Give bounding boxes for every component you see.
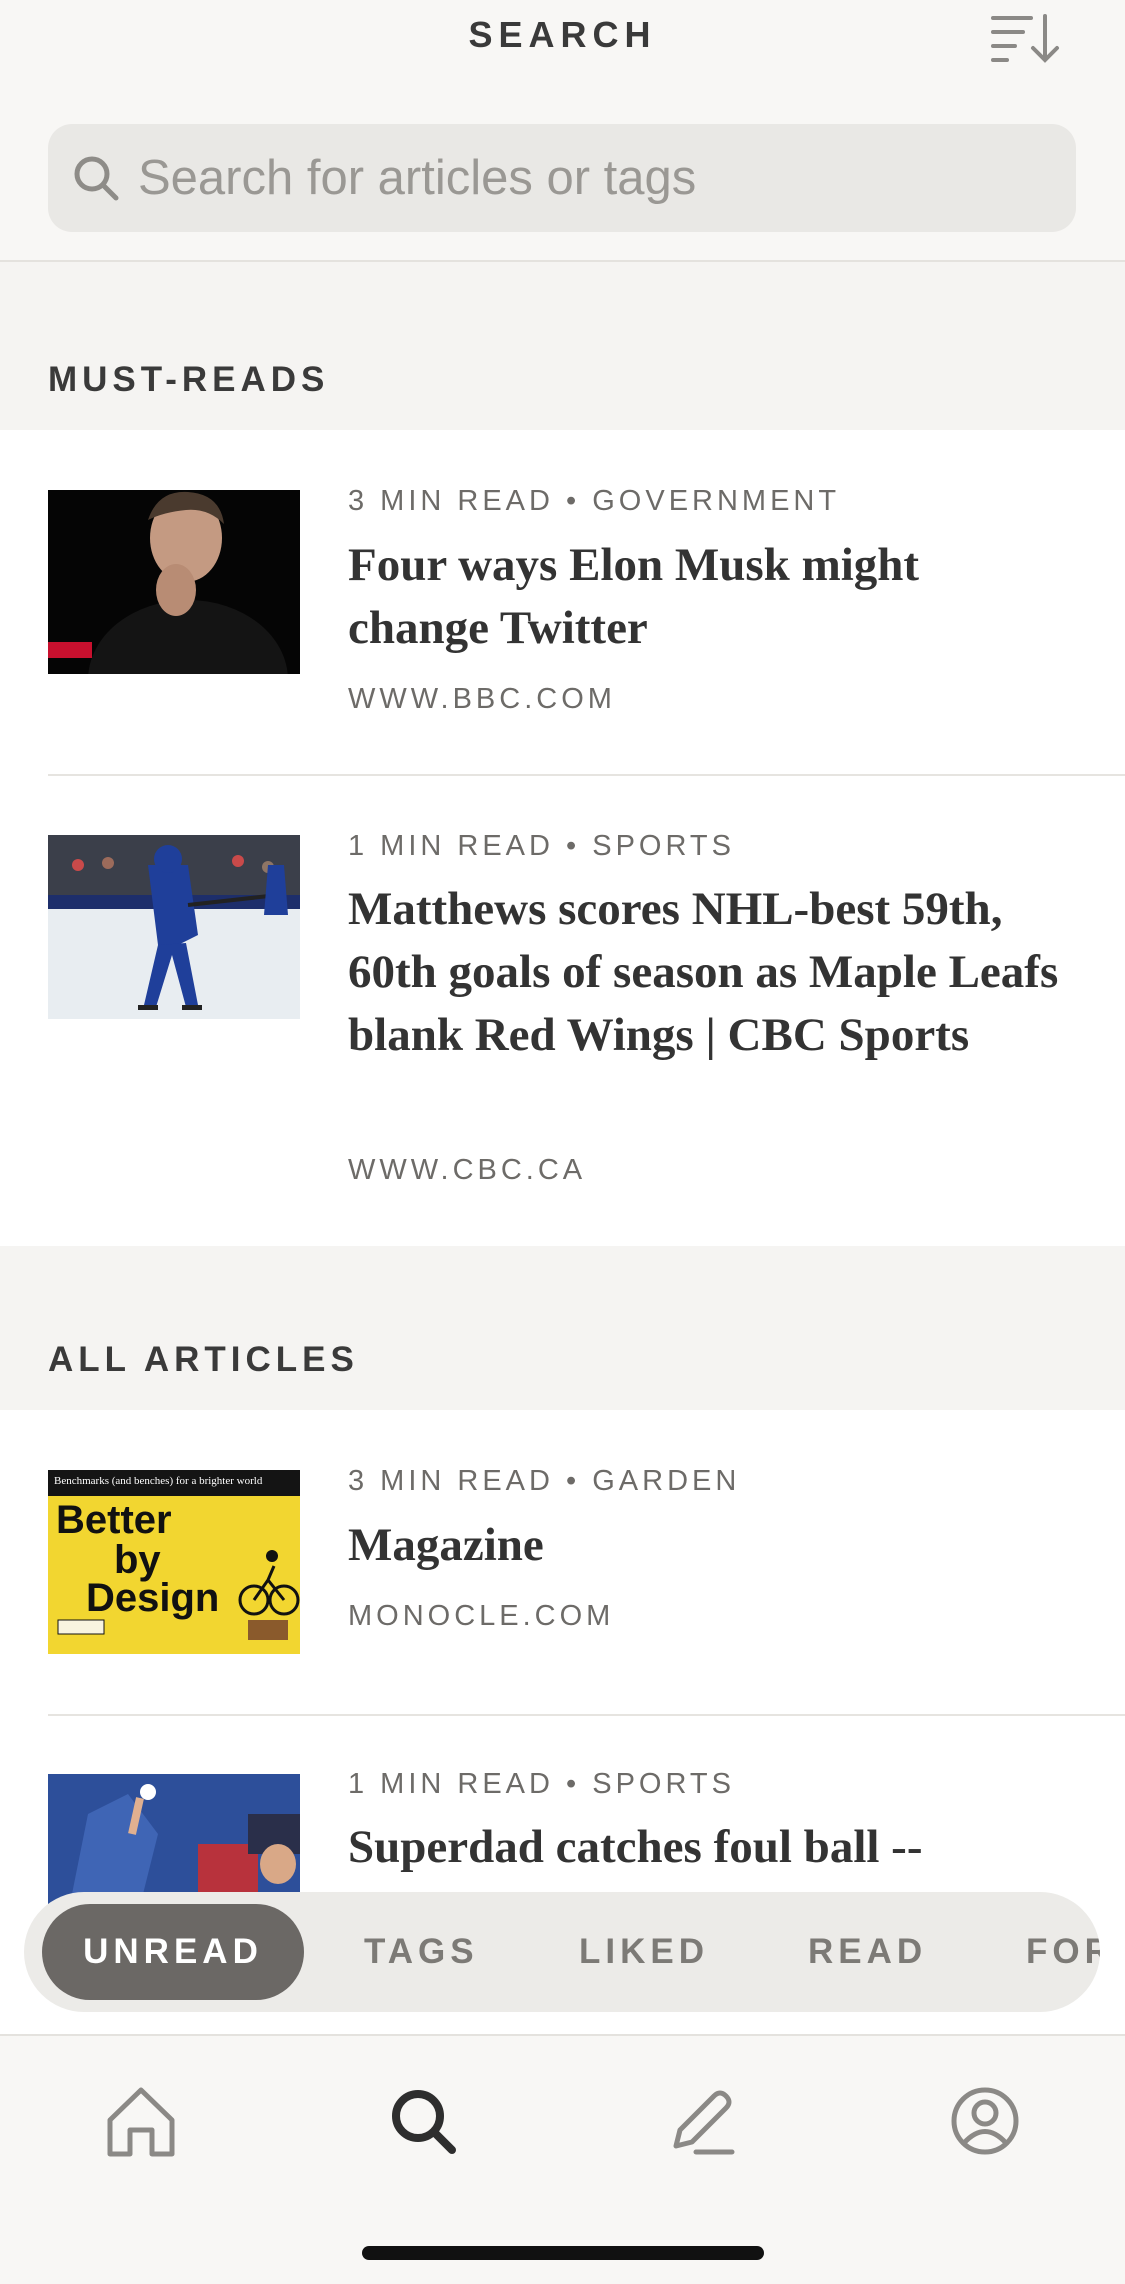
must-reads-list: 3 MIN READ • GOVERNMENT Four ways Elon M… (0, 430, 1125, 1246)
search-icon (392, 2090, 456, 2154)
header: SEARCH (0, 0, 1125, 262)
article-card[interactable]: Benchmarks (and benches) for a brighter … (0, 1410, 1125, 1714)
filter-chip-read[interactable]: READ (808, 1904, 927, 2000)
pen-icon (673, 2090, 735, 2155)
article-meta: 1 MIN READ • SPORTS (348, 830, 735, 862)
page-title: SEARCH (468, 14, 657, 55)
article-title[interactable]: Four ways Elon Musk might change Twitter (348, 534, 1068, 660)
article-title[interactable]: Superdad catches foul ball -- (348, 1816, 1068, 1879)
section-title-must-reads: MUST-READS (48, 360, 330, 399)
article-source: MONOCLE.COM (348, 1600, 615, 1632)
filter-chip-unread[interactable]: UNREAD (42, 1904, 304, 2000)
filter-tabs: UNREAD TAGS LIKED READ FOR (24, 1892, 1100, 2012)
profile-icon (951, 2087, 1019, 2155)
home-icon (107, 2087, 175, 2157)
search-icon (74, 156, 119, 201)
home-indicator (362, 2246, 764, 2260)
nav-profile-button[interactable] (940, 2076, 1030, 2166)
article-card[interactable]: 3 MIN READ • GOVERNMENT Four ways Elon M… (0, 430, 1125, 776)
news-photo-thumbnail (48, 490, 300, 674)
filter-chip-tags[interactable]: TAGS (364, 1904, 479, 2000)
sort-descending-icon (991, 14, 1059, 63)
filter-chip-for[interactable]: FOR (1026, 1904, 1100, 2000)
nav-search-button[interactable] (378, 2076, 468, 2166)
search-input[interactable] (138, 142, 1038, 214)
article-title[interactable]: Matthews scores NHL-best 59th, 60th goal… (348, 878, 1068, 1067)
article-meta: 3 MIN READ • GOVERNMENT (348, 485, 841, 517)
search-bar[interactable] (48, 124, 1076, 232)
article-meta: 1 MIN READ • SPORTS (348, 1768, 735, 1800)
article-card[interactable]: 1 MIN READ • SPORTS Matthews scores NHL-… (0, 776, 1125, 1246)
section-title-all-articles: ALL ARTICLES (48, 1340, 359, 1379)
sort-button[interactable] (985, 8, 1065, 68)
hockey-photo-thumbnail (48, 835, 300, 1019)
magazine-cover-thumbnail: Benchmarks (and benches) for a brighter … (48, 1470, 300, 1654)
article-source: WWW.BBC.COM (348, 683, 616, 715)
nav-write-button[interactable] (656, 2076, 746, 2166)
filter-chip-liked[interactable]: LIKED (579, 1904, 709, 2000)
article-title[interactable]: Magazine (348, 1514, 1068, 1577)
article-meta: 3 MIN READ • GARDEN (348, 1465, 741, 1497)
nav-home-button[interactable] (96, 2076, 186, 2166)
article-source: WWW.CBC.CA (348, 1154, 587, 1186)
